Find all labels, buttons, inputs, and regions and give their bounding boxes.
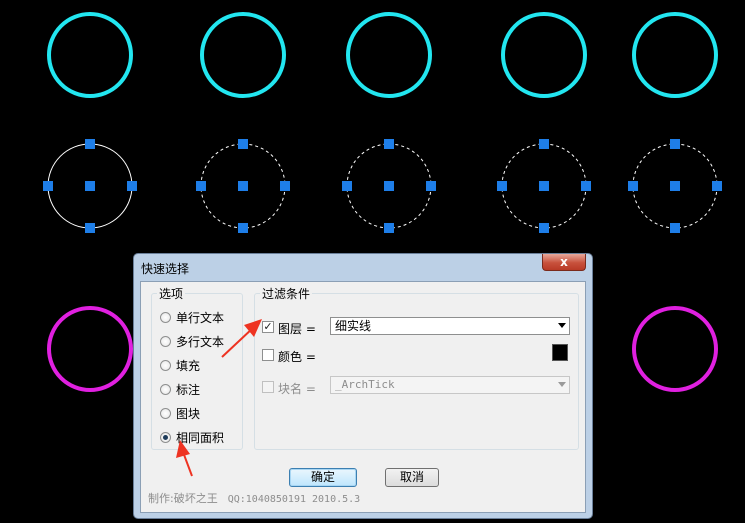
color-label: 颜色 = xyxy=(278,350,316,364)
grip-point[interactable] xyxy=(628,181,638,191)
cyan-circle[interactable] xyxy=(632,12,718,98)
ok-button[interactable]: 确定 xyxy=(289,468,357,487)
grip-point[interactable] xyxy=(712,181,722,191)
grip-point[interactable] xyxy=(670,181,680,191)
cancel-button[interactable]: 取消 xyxy=(385,468,439,487)
selected-circle-row xyxy=(43,139,722,233)
cyan-circle-row xyxy=(47,12,718,98)
magenta-circle[interactable] xyxy=(632,306,718,392)
grip-point[interactable] xyxy=(670,223,680,233)
magenta-circle[interactable] xyxy=(47,306,133,392)
radio-single-line-text[interactable] xyxy=(160,311,171,323)
layer-label: 图层 = xyxy=(278,322,316,336)
layer-select-value: 细实线 xyxy=(335,319,372,333)
grip-point[interactable] xyxy=(539,223,549,233)
option-label: 单行文本 xyxy=(176,310,225,325)
block-name-select[interactable]: _ArchTick xyxy=(330,376,570,394)
radio-dimension[interactable] xyxy=(160,383,171,395)
option-same-area[interactable]: 相同面积 xyxy=(160,428,224,446)
radio-hatch[interactable] xyxy=(160,359,171,371)
option-multiline-text[interactable]: 多行文本 xyxy=(160,332,224,350)
color-checkbox[interactable] xyxy=(262,349,274,361)
block-name-checkbox[interactable] xyxy=(262,381,274,393)
filter-group: 过滤条件 ✓ 图层 = 细实线 颜色 = 块名 = _ArchTick xyxy=(254,285,579,450)
cyan-circle[interactable] xyxy=(501,12,587,98)
grip-point[interactable] xyxy=(670,139,680,149)
cyan-circle[interactable] xyxy=(200,12,286,98)
grip-point[interactable] xyxy=(280,181,290,191)
option-block[interactable]: 图块 xyxy=(160,404,200,422)
block-name-select-value: _ArchTick xyxy=(335,378,395,391)
option-label: 图块 xyxy=(176,406,201,421)
grip-point[interactable] xyxy=(539,181,549,191)
quick-select-dialog: 快速选择 x 选项 单行文本 多行文本 填充 标注 图块 相同面积 过滤条件 ✓… xyxy=(133,253,593,519)
ok-button-label: 确定 xyxy=(310,470,335,484)
dialog-title: 快速选择 xyxy=(141,262,190,276)
options-group: 选项 单行文本 多行文本 填充 标注 图块 相同面积 xyxy=(151,285,243,450)
option-label: 填充 xyxy=(176,358,201,373)
grip-point[interactable] xyxy=(238,181,248,191)
layer-select[interactable]: 细实线 xyxy=(330,317,570,335)
dialog-titlebar[interactable]: 快速选择 x xyxy=(134,254,592,280)
color-swatch[interactable] xyxy=(552,344,568,361)
option-label: 标注 xyxy=(176,382,201,397)
cancel-button-label: 取消 xyxy=(399,470,424,484)
grip-point[interactable] xyxy=(238,223,248,233)
chevron-down-icon xyxy=(558,323,566,328)
close-button[interactable]: x xyxy=(542,254,586,271)
radio-same-area[interactable] xyxy=(160,431,171,443)
chevron-down-icon xyxy=(558,382,566,387)
layer-checkbox[interactable]: ✓ xyxy=(262,321,274,333)
option-hatch[interactable]: 填充 xyxy=(160,356,200,374)
grip-point[interactable] xyxy=(384,223,394,233)
option-label: 多行文本 xyxy=(176,334,225,349)
grip-point[interactable] xyxy=(85,139,95,149)
grip-point[interactable] xyxy=(127,181,137,191)
option-dimension[interactable]: 标注 xyxy=(160,380,200,398)
grip-point[interactable] xyxy=(384,139,394,149)
grip-point[interactable] xyxy=(196,181,206,191)
grip-point[interactable] xyxy=(426,181,436,191)
cyan-circle[interactable] xyxy=(47,12,133,98)
close-icon: x xyxy=(560,255,568,269)
grip-point[interactable] xyxy=(85,223,95,233)
grip-point[interactable] xyxy=(581,181,591,191)
filter-legend: 过滤条件 xyxy=(260,285,313,302)
cyan-circle[interactable] xyxy=(346,12,432,98)
radio-multiline-text[interactable] xyxy=(160,335,171,347)
dialog-client-area: 选项 单行文本 多行文本 填充 标注 图块 相同面积 过滤条件 ✓ 图层 = 细… xyxy=(140,281,586,513)
grip-point[interactable] xyxy=(384,181,394,191)
grip-point[interactable] xyxy=(238,139,248,149)
grip-point[interactable] xyxy=(497,181,507,191)
grip-point[interactable] xyxy=(43,181,53,191)
footer-author: 制作:破坏之王 xyxy=(148,492,218,505)
radio-block[interactable] xyxy=(160,407,171,419)
grip-point[interactable] xyxy=(342,181,352,191)
grip-point[interactable] xyxy=(85,181,95,191)
grip-point[interactable] xyxy=(539,139,549,149)
option-single-line-text[interactable]: 单行文本 xyxy=(160,308,224,326)
block-name-label: 块名 = xyxy=(278,382,316,396)
option-label: 相同面积 xyxy=(176,430,225,445)
footer-info: QQ:1040850191 2010.5.3 xyxy=(227,494,361,505)
footer-credits: 制作:破坏之王 QQ:1040850191 2010.5.3 xyxy=(148,490,360,506)
options-legend: 选项 xyxy=(157,285,186,302)
